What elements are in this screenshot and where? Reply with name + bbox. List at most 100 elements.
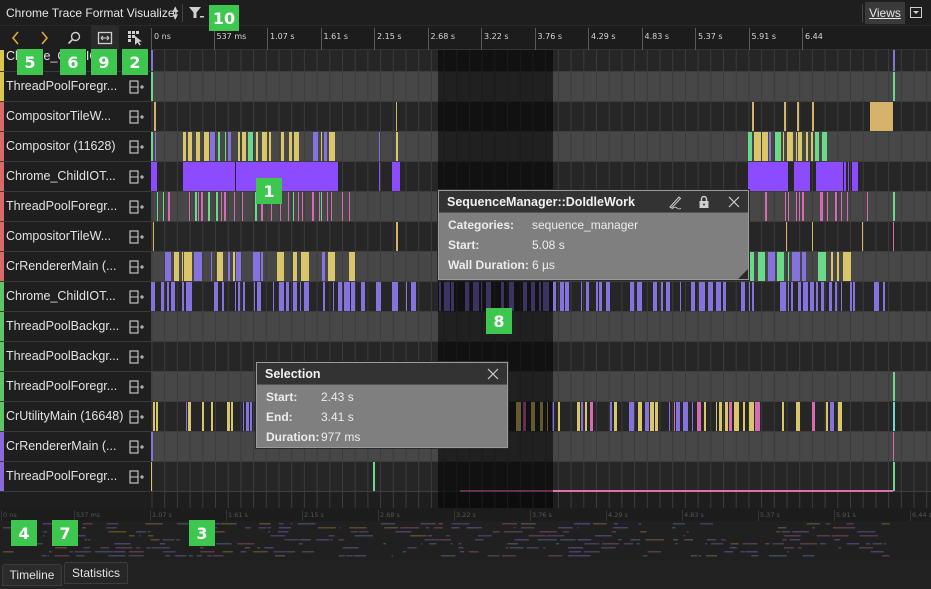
trace-slice[interactable] bbox=[787, 282, 790, 311]
trace-slice[interactable] bbox=[749, 402, 755, 431]
trace-slice[interactable] bbox=[718, 402, 723, 431]
edit-icon[interactable] bbox=[667, 194, 683, 210]
trace-slice[interactable] bbox=[241, 192, 243, 221]
trace-slice[interactable] bbox=[847, 162, 849, 191]
trace-slice[interactable] bbox=[755, 402, 761, 431]
trace-slice[interactable] bbox=[782, 402, 785, 431]
trace-slice[interactable] bbox=[837, 252, 839, 281]
trace-slice[interactable] bbox=[840, 282, 843, 311]
trace-slice[interactable] bbox=[260, 252, 263, 281]
trace-slice[interactable] bbox=[224, 192, 226, 221]
trace-slice[interactable] bbox=[805, 132, 808, 161]
trace-slice[interactable] bbox=[673, 402, 675, 431]
expand-track-icon[interactable] bbox=[129, 470, 145, 484]
views-button[interactable]: Views bbox=[865, 2, 905, 24]
trace-slice[interactable] bbox=[708, 282, 714, 311]
trace-slice[interactable] bbox=[204, 132, 209, 161]
trace-slice[interactable] bbox=[812, 102, 814, 131]
trace-slice[interactable] bbox=[288, 132, 292, 161]
trace-slice[interactable] bbox=[332, 282, 335, 311]
trace-slice[interactable] bbox=[361, 282, 366, 311]
trace-slice[interactable] bbox=[829, 282, 832, 311]
trace-slice[interactable] bbox=[198, 192, 200, 221]
trace-slice[interactable] bbox=[740, 282, 746, 311]
trace-slice[interactable] bbox=[893, 192, 895, 221]
trace-slice[interactable] bbox=[650, 402, 654, 431]
trace-slice[interactable] bbox=[154, 102, 156, 131]
trace-slice[interactable] bbox=[776, 252, 785, 281]
trace-slice[interactable] bbox=[375, 282, 381, 311]
trace-slice[interactable] bbox=[653, 282, 657, 311]
trace-slice[interactable] bbox=[256, 282, 262, 311]
trace-slice[interactable] bbox=[540, 402, 544, 431]
trace-slice[interactable] bbox=[161, 282, 164, 311]
trace-slice[interactable] bbox=[841, 192, 843, 221]
trace-slice[interactable] bbox=[870, 102, 893, 131]
trace-slice[interactable] bbox=[683, 402, 689, 431]
trace-slice[interactable] bbox=[516, 402, 521, 431]
track-label[interactable]: ThreadPoolForegr... bbox=[0, 192, 151, 222]
trace-slice[interactable] bbox=[151, 432, 153, 461]
trace-slice[interactable] bbox=[232, 252, 235, 281]
track-label[interactable]: ThreadPoolForegr... bbox=[0, 72, 151, 102]
trace-slice[interactable] bbox=[581, 402, 584, 431]
trace-slice[interactable] bbox=[893, 402, 895, 431]
trace-slice[interactable] bbox=[379, 162, 380, 191]
trace-slice[interactable] bbox=[743, 402, 746, 431]
trace-slice[interactable] bbox=[637, 402, 643, 431]
next-button[interactable] bbox=[30, 26, 58, 50]
track-label[interactable]: Chrome_ChildIOT... bbox=[0, 162, 151, 192]
trace-slice[interactable] bbox=[321, 132, 323, 161]
trace-slice[interactable] bbox=[182, 282, 184, 311]
trace-slice[interactable] bbox=[210, 252, 213, 281]
trace-slice[interactable] bbox=[444, 282, 450, 311]
trace-slice[interactable] bbox=[749, 282, 751, 311]
trace-slice[interactable] bbox=[157, 192, 159, 221]
expand-track-icon[interactable] bbox=[129, 260, 145, 274]
time-ruler[interactable]: 0 ns 537 ms 1.07 s 1.61 s 2.15 s 2.68 s 3.22 s… bbox=[151, 26, 931, 50]
trace-slice[interactable] bbox=[293, 282, 298, 311]
trace-slice[interactable] bbox=[820, 192, 823, 221]
trace-slice[interactable] bbox=[210, 132, 215, 161]
trace-slice[interactable] bbox=[183, 132, 187, 161]
trace-slice[interactable] bbox=[852, 282, 855, 311]
resize-grip-icon[interactable] bbox=[738, 269, 748, 279]
trace-slice[interactable] bbox=[645, 402, 649, 431]
expand-track-icon[interactable] bbox=[129, 410, 145, 424]
trace-slice[interactable] bbox=[272, 282, 275, 311]
track-label[interactable]: CompositorTileW... bbox=[0, 222, 151, 252]
trace-slice[interactable] bbox=[151, 162, 157, 191]
trace-slice[interactable] bbox=[698, 282, 705, 311]
close-icon[interactable] bbox=[485, 366, 501, 382]
trace-slice[interactable] bbox=[281, 132, 285, 161]
trace-slice[interactable] bbox=[883, 282, 886, 311]
trace-slice[interactable] bbox=[849, 282, 852, 311]
trace-slice[interactable] bbox=[560, 282, 564, 311]
trace-slice[interactable] bbox=[614, 402, 618, 431]
trace-slice[interactable] bbox=[798, 192, 801, 221]
trace-slice[interactable] bbox=[893, 72, 895, 101]
trace-slice[interactable] bbox=[811, 132, 813, 161]
trace-slice[interactable] bbox=[786, 132, 793, 161]
trace-slice[interactable] bbox=[728, 402, 733, 431]
trace-slice[interactable] bbox=[834, 192, 837, 221]
trace-slice[interactable] bbox=[795, 132, 798, 161]
trace-slice[interactable] bbox=[798, 132, 802, 161]
trace-slice[interactable] bbox=[276, 252, 284, 281]
trace-slice[interactable] bbox=[830, 252, 834, 281]
trace-slice[interactable] bbox=[812, 402, 816, 431]
trace-slice[interactable] bbox=[797, 282, 801, 311]
trace-slice[interactable] bbox=[301, 192, 303, 221]
track-label[interactable]: CrRendererMain (... bbox=[0, 432, 151, 462]
trace-slice[interactable] bbox=[392, 162, 400, 191]
trace-slice[interactable] bbox=[723, 282, 727, 311]
close-icon[interactable] bbox=[726, 194, 742, 210]
expand-track-icon[interactable] bbox=[129, 230, 145, 244]
trace-slice[interactable] bbox=[151, 132, 153, 161]
trace-slice[interactable] bbox=[797, 102, 799, 131]
trace-slice[interactable] bbox=[754, 132, 761, 161]
trace-slice[interactable] bbox=[153, 222, 154, 251]
trace-slice[interactable] bbox=[794, 162, 810, 191]
trace-slice[interactable] bbox=[293, 132, 299, 161]
trace-slice[interactable] bbox=[530, 282, 536, 311]
